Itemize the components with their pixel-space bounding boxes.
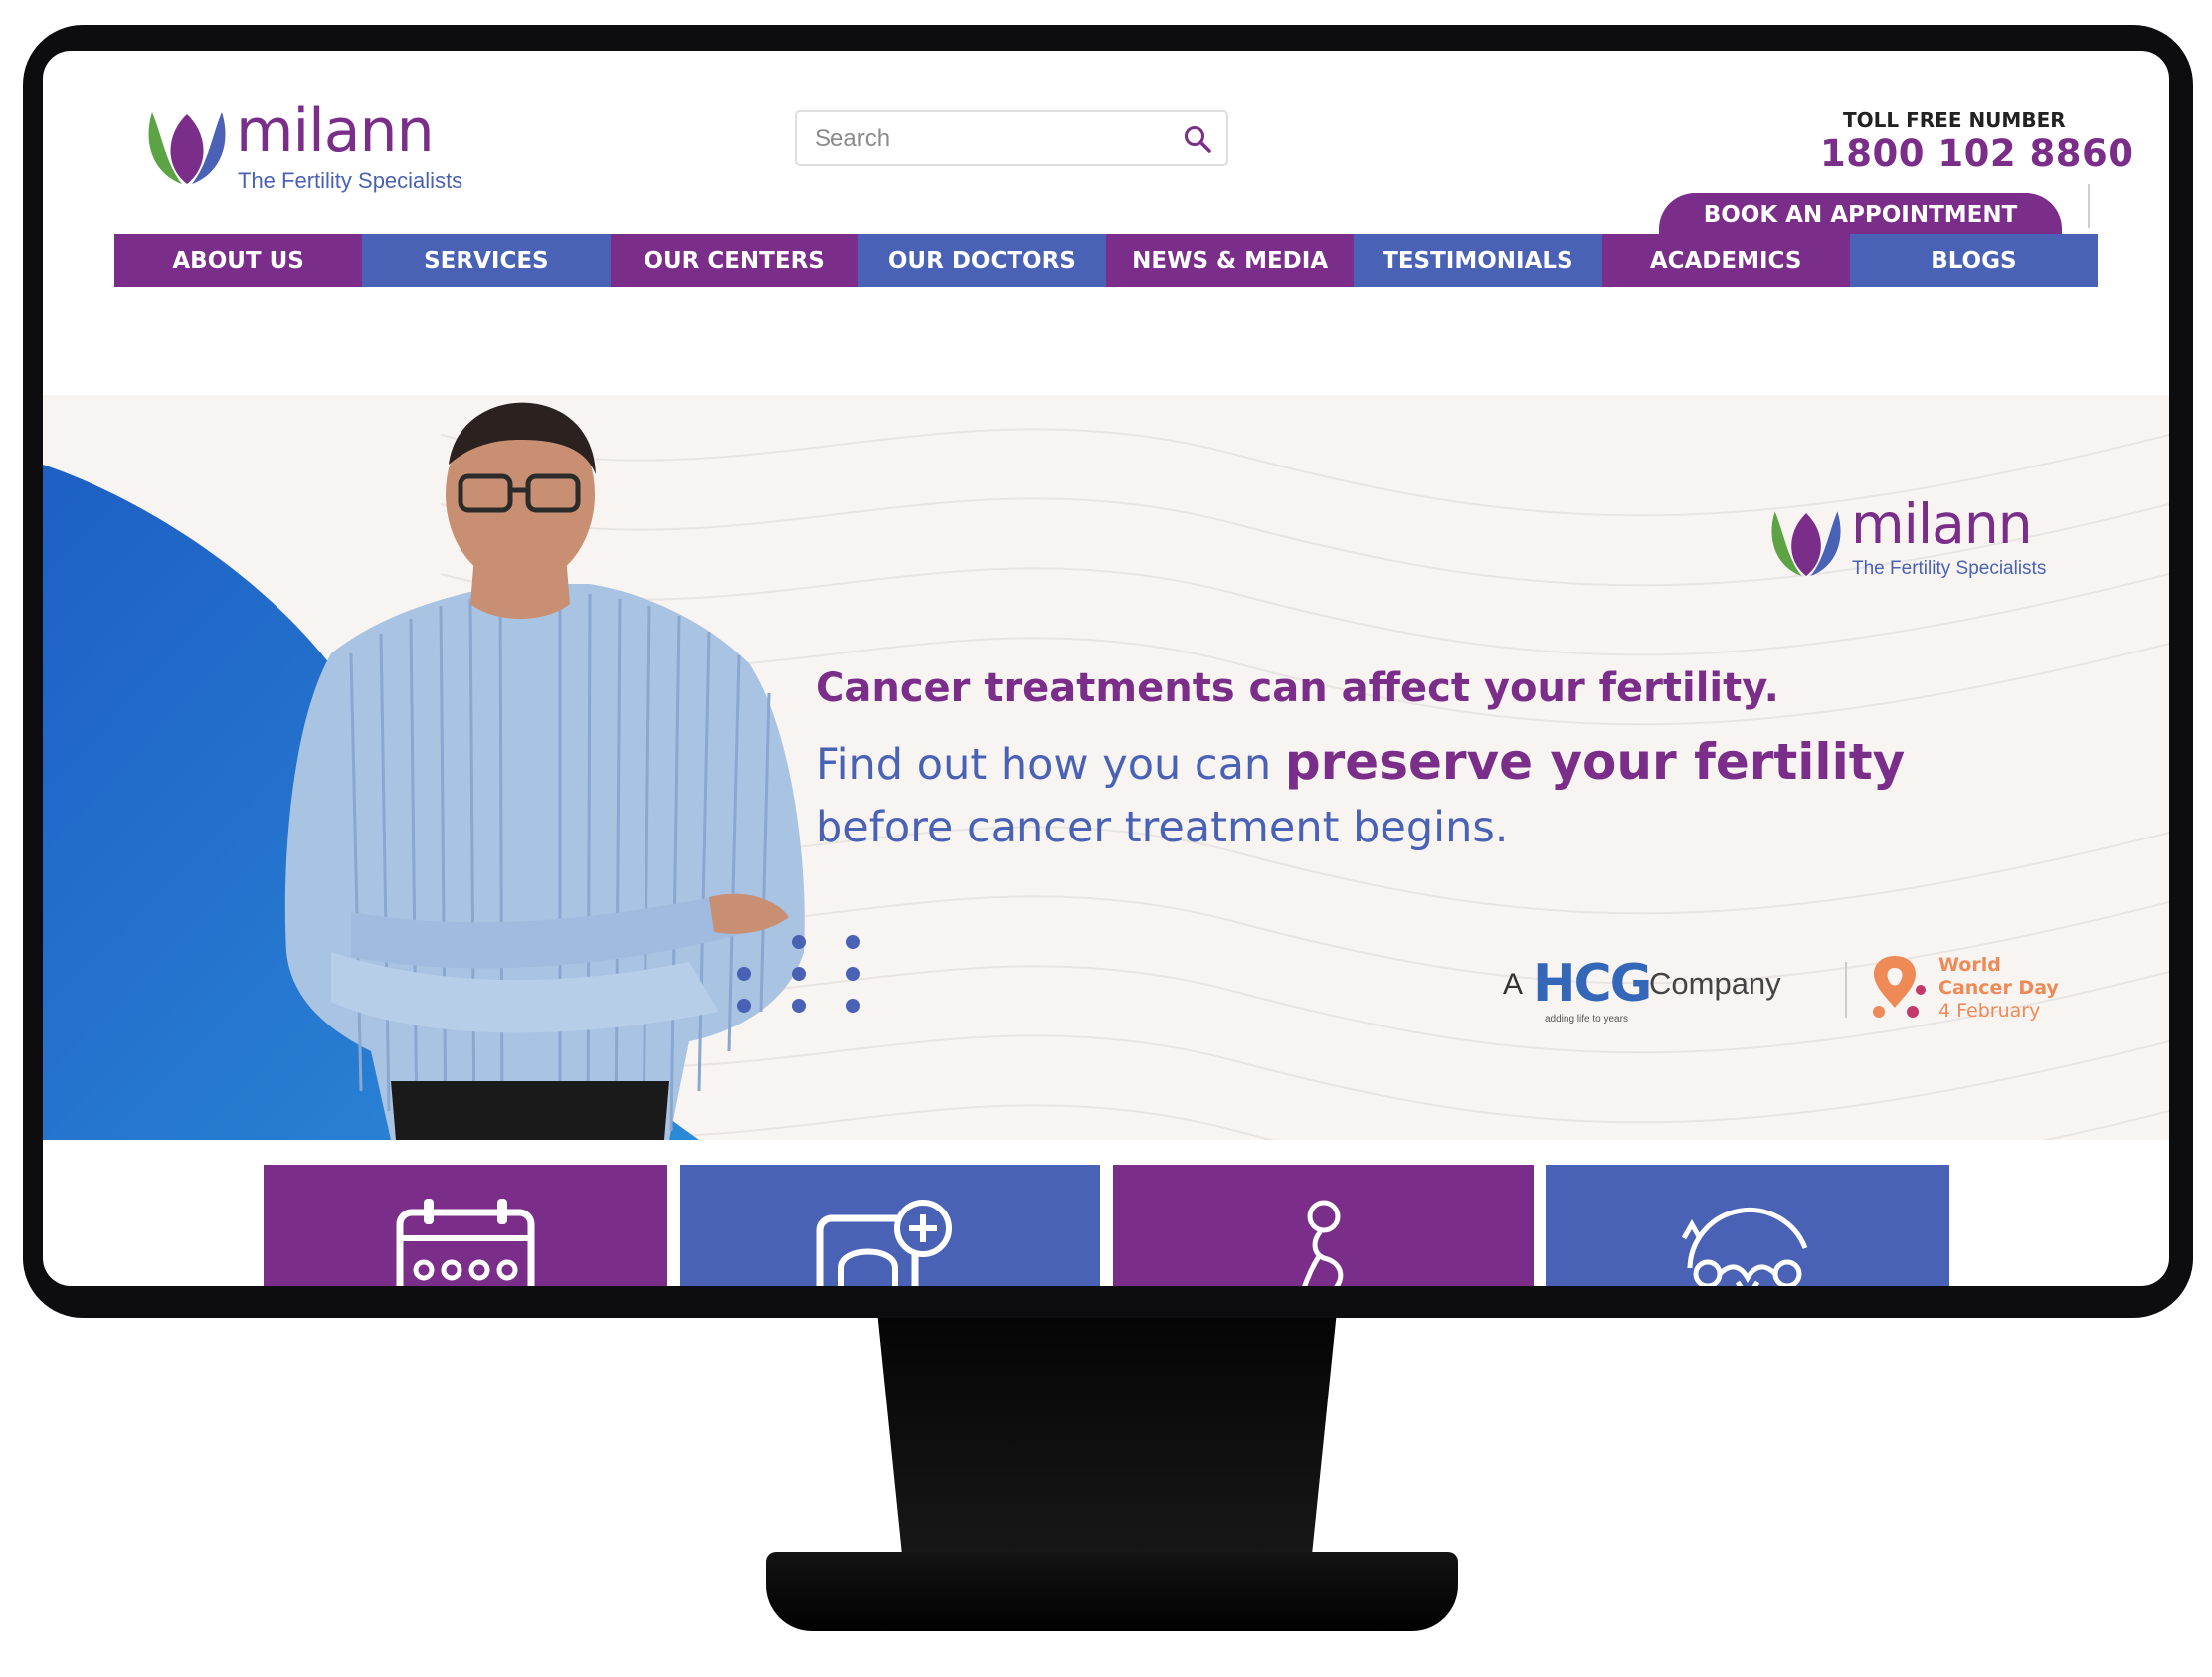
browser-screen: milann The Fertility Specialists TOLL FR… (43, 51, 2169, 1286)
hero-logo: milann The Fertility Specialists (1771, 492, 2070, 592)
calendar-icon (396, 1199, 535, 1286)
reproductive-system-icon (1681, 1208, 1808, 1286)
hero-subline-2: before cancer treatment begins. (816, 803, 1509, 852)
pregnant-woman-icon (1301, 1200, 1343, 1286)
hcg-prefix: A (1503, 968, 1524, 1001)
toll-free-label: TOLL FREE NUMBER (1843, 108, 2066, 132)
hero-subline-emphasis: preserve your fertility (1284, 733, 1906, 791)
hero-logo-tagline: The Fertility Specialists (1852, 558, 2047, 579)
hcg-suffix: Company (1649, 966, 1781, 1001)
hcg-company-badge: A HCG adding life to years Company (1503, 950, 1856, 1029)
logo-wordmark: milann (236, 96, 435, 166)
hero-banner[interactable]: milann The Fertility Specialists Cancer … (43, 395, 2169, 1140)
hero-subline: Find out how you can preserve your ferti… (816, 733, 1905, 791)
toll-free-number[interactable]: 1800 102 8860 (1820, 132, 2133, 175)
nav-item-academics[interactable]: ACADEMICS (1601, 234, 1850, 287)
nav-item-our-doctors[interactable]: OUR DOCTORS (857, 234, 1106, 287)
hero-headline: Cancer treatments can affect your fertil… (816, 665, 1779, 711)
wcd-line-3: 4 February (1938, 1000, 2041, 1022)
search-icon[interactable] (1183, 124, 1212, 154)
monitor-base (766, 1552, 1458, 1631)
cancer-ribbon-icon (1873, 956, 1926, 1018)
hcg-logo-text: HCG (1533, 954, 1652, 1014)
doctor-tablet-icon (816, 1200, 952, 1286)
search-input[interactable] (797, 112, 1175, 166)
nav-item-our-centers[interactable]: OUR CENTERS (610, 234, 858, 287)
service-tile-appointment[interactable] (264, 1165, 667, 1286)
nav-item-about-us[interactable]: ABOUT US (114, 234, 363, 287)
nav-item-testimonials[interactable]: TESTIMONIALS (1354, 234, 1602, 287)
decorative-dots (737, 935, 860, 1013)
site-logo[interactable]: milann The Fertility Specialists (148, 96, 476, 197)
lotus-logo-icon (1771, 511, 1841, 576)
hero-logo-wordmark: milann (1851, 492, 2033, 556)
nav-item-news-media[interactable]: NEWS & MEDIA (1106, 234, 1355, 287)
main-navigation: ABOUT US SERVICES OUR CENTERS OUR DOCTOR… (114, 234, 2098, 287)
hcg-logo: HCG (1533, 954, 1652, 1014)
world-cancer-day-label: World Cancer Day 4 February (1938, 954, 2059, 1023)
hcg-tagline: adding life to years (1545, 1014, 1628, 1025)
wcd-line-1: World (1938, 954, 2001, 976)
nav-item-services[interactable]: SERVICES (362, 234, 611, 287)
nav-item-blogs[interactable]: BLOGS (1849, 234, 2098, 287)
wcd-line-2: Cancer Day (1938, 977, 2059, 999)
service-tile-fertility[interactable] (1546, 1165, 1949, 1286)
search-box (795, 110, 1228, 166)
badge-divider (1845, 962, 1847, 1018)
lotus-logo-icon (148, 112, 226, 184)
header-divider (2088, 184, 2090, 228)
service-tile-consultation[interactable] (680, 1165, 1100, 1286)
hero-subline-text: Find out how you can (816, 740, 1285, 790)
service-tile-pregnancy[interactable] (1113, 1165, 1534, 1286)
logo-tagline: The Fertility Specialists (238, 168, 463, 193)
